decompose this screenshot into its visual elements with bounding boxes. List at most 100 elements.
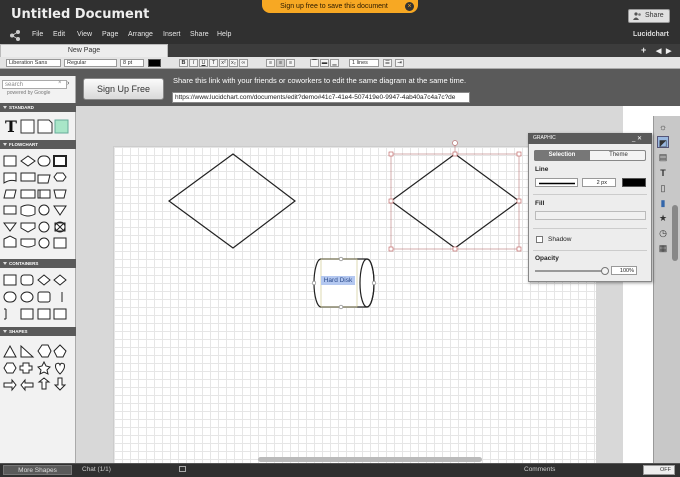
menu-page[interactable]: Page	[102, 31, 118, 38]
share-url-field[interactable]: https://www.lucidchart.com/documents/edi…	[172, 92, 470, 103]
graphic-panel-icon[interactable]: ◩	[657, 136, 669, 148]
share-button[interactable]: Share	[628, 9, 670, 23]
divider	[533, 228, 647, 229]
menu-arrange[interactable]: Arrange	[128, 31, 153, 38]
layers-icon[interactable]: ▦	[657, 242, 669, 254]
standard-shapes[interactable]: T	[3, 117, 73, 135]
superscript-button[interactable]: x²	[219, 59, 228, 67]
fill-select[interactable]	[535, 211, 646, 220]
container-shapes[interactable]	[2, 272, 74, 322]
promo-banner[interactable]: Sign up free to save this document ×	[262, 0, 418, 13]
cylinder-label[interactable]: Hard Disk	[321, 276, 355, 285]
document-icon[interactable]: ▮	[657, 197, 669, 209]
sign-up-button[interactable]: Sign Up Free	[83, 78, 164, 100]
menu-share[interactable]: Share	[190, 31, 209, 38]
section-containers-label: CONTAINERS	[9, 261, 39, 266]
subscript-button[interactable]: x₂	[229, 59, 238, 67]
font-select[interactable]: Liberation Sans	[6, 59, 61, 67]
bullets-button[interactable]: ☰	[383, 59, 392, 67]
menu-view[interactable]: View	[77, 31, 92, 38]
comments-toggle[interactable]: OFF	[643, 465, 675, 475]
sun-icon[interactable]: ☼	[657, 121, 669, 133]
line-color-swatch[interactable]	[622, 178, 646, 187]
menu-help[interactable]: Help	[217, 31, 231, 38]
star-icon[interactable]: ★	[657, 212, 669, 224]
menu-edit[interactable]: Edit	[53, 31, 65, 38]
resize-handles[interactable]	[388, 151, 522, 252]
users-icon	[633, 12, 641, 20]
svg-text:T: T	[5, 117, 17, 135]
valign-middle-button[interactable]: ▬	[320, 59, 329, 67]
valign-bottom-button[interactable]: ▁	[330, 59, 339, 67]
tab-theme[interactable]: Theme	[591, 150, 646, 161]
align-left-button[interactable]: ≡	[266, 59, 275, 67]
history-icon[interactable]: ◷	[657, 227, 669, 239]
diamond-shape[interactable]	[167, 153, 296, 249]
strikethrough-button[interactable]: T	[209, 59, 218, 67]
comments-label[interactable]: Comments	[524, 466, 555, 473]
canvas-shapes	[167, 140, 522, 310]
opacity-slider-track[interactable]	[535, 270, 606, 272]
tab-new-page[interactable]: New Page	[0, 44, 168, 57]
basic-shapes[interactable]	[2, 342, 74, 398]
rotate-handle[interactable]	[452, 140, 458, 146]
opacity-input[interactable]: 100%	[611, 266, 637, 275]
back-icon[interactable]	[8, 29, 21, 42]
section-shapes-label: SHAPES	[9, 329, 28, 334]
line-style-preview	[539, 182, 575, 185]
indent-button[interactable]: ⇥	[395, 59, 404, 67]
add-page-icon[interactable]: +	[641, 45, 646, 55]
tab-selection[interactable]: Selection	[534, 150, 590, 161]
italic-button[interactable]: I	[189, 59, 198, 67]
more-shapes-button[interactable]: More Shapes	[3, 465, 72, 475]
bold-button[interactable]: B	[179, 59, 188, 67]
align-center-button[interactable]: ≡	[276, 59, 285, 67]
clear-icon[interactable]: ×	[58, 80, 62, 86]
shadow-checkbox[interactable]	[536, 236, 543, 243]
share-message: Share this link with your friends or cow…	[173, 76, 467, 85]
search-icon[interactable]: ›	[67, 80, 75, 89]
font-style-select[interactable]: Regular	[64, 59, 117, 67]
selection-box	[390, 153, 520, 250]
panel-minimize-close-icon[interactable]: _ ✕	[632, 135, 642, 142]
section-standard[interactable]: STANDARD	[0, 103, 76, 112]
divider	[533, 250, 647, 251]
brand-logo: Lucidchart	[633, 31, 669, 38]
line-style-select[interactable]	[535, 178, 578, 187]
shadow-label: Shadow	[548, 236, 572, 243]
next-page-icon[interactable]: ▶	[666, 47, 671, 55]
opacity-slider-thumb[interactable]	[601, 267, 609, 275]
underline-button[interactable]: U	[199, 59, 208, 67]
text-color-swatch[interactable]	[148, 59, 161, 67]
chat-label[interactable]: Chat (1/1)	[82, 466, 111, 473]
fill-label: Fill	[535, 200, 545, 207]
section-standard-label: STANDARD	[9, 105, 34, 110]
horizontal-scrollbar[interactable]	[258, 457, 482, 462]
section-shapes[interactable]: SHAPES	[0, 327, 76, 336]
text-icon[interactable]: T	[657, 167, 669, 179]
menu-insert[interactable]: Insert	[163, 31, 181, 38]
align-right-button[interactable]: ≡	[286, 59, 295, 67]
font-size-input[interactable]: 8 pt	[120, 59, 144, 67]
powered-by-google: powered by Google	[7, 90, 51, 96]
section-flowchart-label: FLOWCHART	[9, 142, 38, 147]
line-spacing-select[interactable]: 1 lines	[349, 59, 379, 67]
section-containers[interactable]: CONTAINERS	[0, 259, 76, 268]
page-icon[interactable]: ▯	[657, 182, 669, 194]
prev-page-icon[interactable]: ◀	[656, 47, 661, 55]
valign-top-button[interactable]: ▔	[310, 59, 319, 67]
flowchart-shapes[interactable]	[2, 153, 74, 253]
divider	[533, 194, 647, 195]
vertical-scrollbar[interactable]	[672, 205, 678, 261]
share-label: Share	[645, 12, 664, 19]
link-button[interactable]: ∞	[239, 59, 248, 67]
line-label: Line	[535, 166, 549, 173]
chat-expand-icon[interactable]	[179, 466, 186, 472]
menu-file[interactable]: File	[32, 31, 43, 38]
document-title[interactable]: Untitled Document	[11, 7, 149, 22]
close-icon[interactable]: ×	[405, 2, 414, 11]
section-flowchart[interactable]: FLOWCHART	[0, 140, 76, 149]
line-width-input[interactable]: 2 px	[582, 178, 616, 187]
page-settings-icon[interactable]: ▤	[657, 151, 669, 163]
diamond-shape-selected[interactable]	[389, 153, 521, 249]
